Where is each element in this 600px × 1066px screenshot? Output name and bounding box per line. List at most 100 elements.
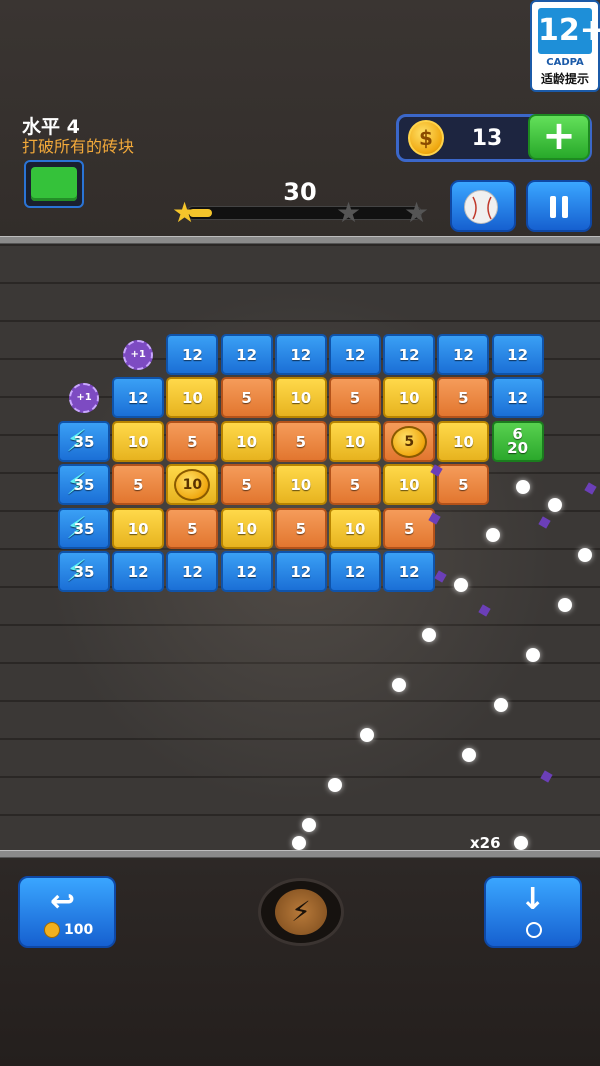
brick-yellow: 10	[220, 420, 273, 462]
ball	[292, 836, 306, 850]
brick-blue: 12	[437, 334, 490, 375]
brick-shard	[478, 604, 491, 617]
game-board[interactable]: 12 12 12 12 12 12 12 12 10 5 10 5 10 5 12 ⚡ 35 10 5 10 5 10 5 1…	[0, 244, 600, 852]
goal-brick-indicator	[24, 160, 84, 208]
ball	[578, 548, 592, 562]
brick-blue: 12	[166, 334, 219, 375]
lightning-bolt-icon: ⚡	[275, 889, 327, 935]
brick-shard	[540, 770, 553, 783]
brick-blue: 12	[491, 377, 544, 419]
add-coins-button[interactable]: +	[528, 114, 590, 160]
star-icon-empty: ★	[404, 196, 430, 229]
ball	[494, 698, 508, 712]
brick-shard	[434, 570, 447, 583]
level-objective: 打破所有的砖块	[22, 137, 135, 156]
brick-orange: 5	[329, 377, 381, 419]
brick-bolt: ⚡ 35	[58, 420, 110, 462]
brick-blue: 12	[220, 551, 273, 592]
brick-orange: 5	[274, 420, 327, 462]
brick-yellow: 10	[437, 420, 490, 462]
brick-yellow: 10	[166, 377, 219, 419]
brick-orange: 5	[112, 464, 165, 506]
ball	[422, 628, 436, 642]
brick-orange: 5	[166, 507, 219, 549]
brick-bolt: ⚡ 35	[58, 464, 110, 506]
brick-blue: 12	[166, 551, 219, 592]
brick-blue: 12	[274, 334, 327, 375]
brick-blue: 12	[112, 551, 165, 592]
brick-hit-count: 35	[73, 519, 95, 538]
lightning-power-button[interactable]: ⚡	[258, 878, 344, 946]
brick-orange: 5	[220, 377, 273, 419]
ball	[328, 778, 342, 792]
ball	[360, 728, 374, 742]
brick-yellow: 10	[329, 420, 381, 462]
undo-arrow-icon: ↩	[50, 884, 76, 919]
ball-outline-icon	[526, 922, 542, 938]
coin-icon	[44, 922, 60, 938]
coin-icon: 5	[391, 425, 428, 458]
drop-balls-button[interactable]: ↓	[484, 876, 582, 948]
brick-coin-orange: 5	[383, 420, 436, 462]
ball	[516, 480, 530, 494]
brick-orange: 5	[437, 464, 490, 506]
brick-bolt: ⚡ 35	[58, 551, 110, 592]
brick-orange: 5	[383, 507, 436, 549]
dollar-coin-icon: $	[408, 120, 444, 156]
ball	[526, 648, 540, 662]
age-rating-org: CADPA	[546, 57, 584, 68]
brick-orange: 5	[437, 377, 490, 419]
ball	[392, 678, 406, 692]
brick-yellow: 10	[112, 507, 165, 549]
drop-down-arrow-icon: ↓	[520, 882, 546, 917]
score: 30	[283, 178, 317, 206]
ball	[454, 578, 468, 592]
bottom-rail	[0, 850, 600, 858]
brick-shard	[538, 516, 551, 529]
brick-yellow: 10	[220, 507, 273, 549]
ball-skin-button[interactable]	[450, 180, 516, 232]
brick-blue: 12	[383, 334, 436, 375]
brick-blue: 12	[112, 377, 165, 419]
brick-blue: 12	[383, 551, 436, 592]
brick-blue: 12	[491, 334, 544, 375]
brick-hit-count: 35	[73, 476, 95, 495]
ball	[486, 528, 500, 542]
baseball-icon	[464, 190, 498, 224]
ball	[558, 598, 572, 612]
brick-orange: 5	[329, 464, 381, 506]
brick-bolt: ⚡ 35	[58, 507, 110, 549]
brick-coin-yellow: 10	[166, 464, 219, 506]
age-rating-badge: 12+ CADPA 适龄提示	[530, 0, 600, 92]
brick-green: 6 20	[491, 420, 544, 462]
brick-yellow: 10	[112, 420, 165, 462]
brick-yellow: 10	[274, 464, 327, 506]
brick-hit-count: 35	[73, 563, 95, 581]
brick-orange: 5	[220, 464, 273, 506]
brick-orange: 5	[274, 507, 327, 549]
ball	[514, 836, 528, 850]
plus-one-ball-powerup: +1	[123, 340, 154, 370]
age-rating-number: 12+	[538, 8, 600, 54]
progress-bar	[186, 206, 422, 220]
star-icon-earned: ★	[172, 196, 198, 229]
brick-hit-count: 35	[73, 432, 95, 451]
pause-button[interactable]	[526, 180, 592, 232]
brick-yellow: 10	[329, 507, 381, 549]
ball	[548, 498, 562, 512]
pause-icon	[550, 196, 570, 218]
brick-yellow: 10	[383, 377, 436, 419]
age-rating-tip: 适龄提示	[540, 72, 589, 86]
undo-button[interactable]: ↩ 100	[18, 876, 116, 948]
brick-shard	[584, 482, 597, 495]
coin-icon: 10	[174, 469, 211, 502]
brick-blue: 12	[274, 551, 327, 592]
brick-yellow: 10	[383, 464, 436, 506]
undo-cost: 100	[64, 922, 94, 938]
brick-orange: 5	[166, 420, 219, 462]
ball	[302, 818, 316, 832]
top-rail	[0, 236, 600, 244]
plus-one-ball-powerup: +1	[69, 383, 99, 414]
brick-blue: 12	[329, 551, 381, 592]
brick-blue: 12	[329, 334, 381, 375]
